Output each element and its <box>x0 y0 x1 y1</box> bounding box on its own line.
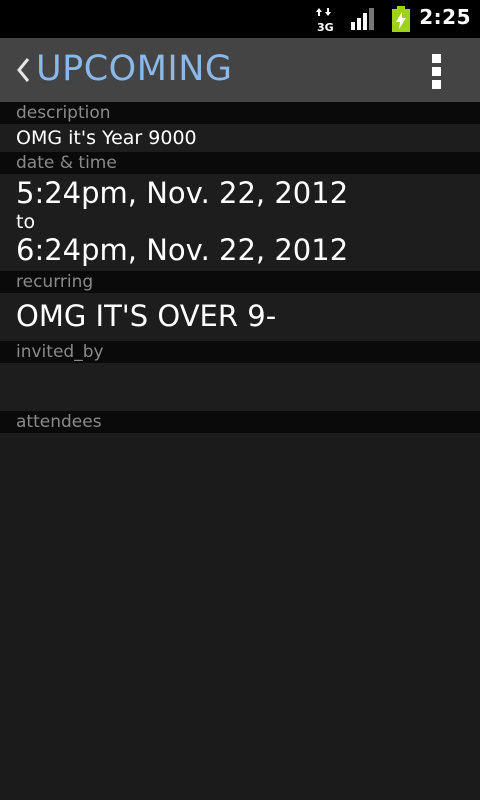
svg-text:3G: 3G <box>317 21 334 33</box>
invited-by-header: invited_by <box>0 341 480 363</box>
back-chevron-icon[interactable] <box>14 56 32 84</box>
status-bar: 3G 2:25 <box>0 0 480 38</box>
datetime-header: date & time <box>0 152 480 174</box>
description-header: description <box>0 102 480 124</box>
network-3g-icon: 3G <box>316 8 334 33</box>
event-detail-screen: 3G 2:25 UPCOMING description OMG it's Ye… <box>0 0 480 800</box>
overflow-dot <box>432 54 441 63</box>
recurring-header: recurring <box>0 271 480 293</box>
start-datetime: 5:24pm, Nov. 22, 2012 <box>16 176 349 210</box>
action-bar: UPCOMING <box>0 38 480 102</box>
recurring-label: recurring <box>16 272 94 292</box>
battery-charging-icon <box>392 6 410 32</box>
overflow-dot <box>432 67 441 76</box>
description-row: OMG it's Year 9000 <box>0 124 480 152</box>
datetime-label: date & time <box>16 153 117 173</box>
description-value: OMG it's Year 9000 <box>16 127 197 149</box>
attendees-label: attendees <box>16 412 102 432</box>
overflow-dot <box>432 80 441 89</box>
invited-by-label: invited_by <box>16 342 104 362</box>
description-label: description <box>16 103 111 123</box>
status-clock: 2:25 <box>419 5 471 29</box>
datetime-row: 5:24pm, Nov. 22, 2012 to 6:24pm, Nov. 22… <box>0 174 480 271</box>
recurring-value: OMG IT'S OVER 9- <box>16 299 277 333</box>
to-text: to <box>16 211 36 233</box>
overflow-menu-icon[interactable] <box>422 52 452 90</box>
invited-by-row <box>0 363 480 411</box>
page-title[interactable]: UPCOMING <box>36 49 233 89</box>
attendees-header: attendees <box>0 411 480 433</box>
end-datetime: 6:24pm, Nov. 22, 2012 <box>16 233 349 267</box>
signal-strength-icon <box>351 8 374 30</box>
recurring-row: OMG IT'S OVER 9- <box>0 293 480 341</box>
